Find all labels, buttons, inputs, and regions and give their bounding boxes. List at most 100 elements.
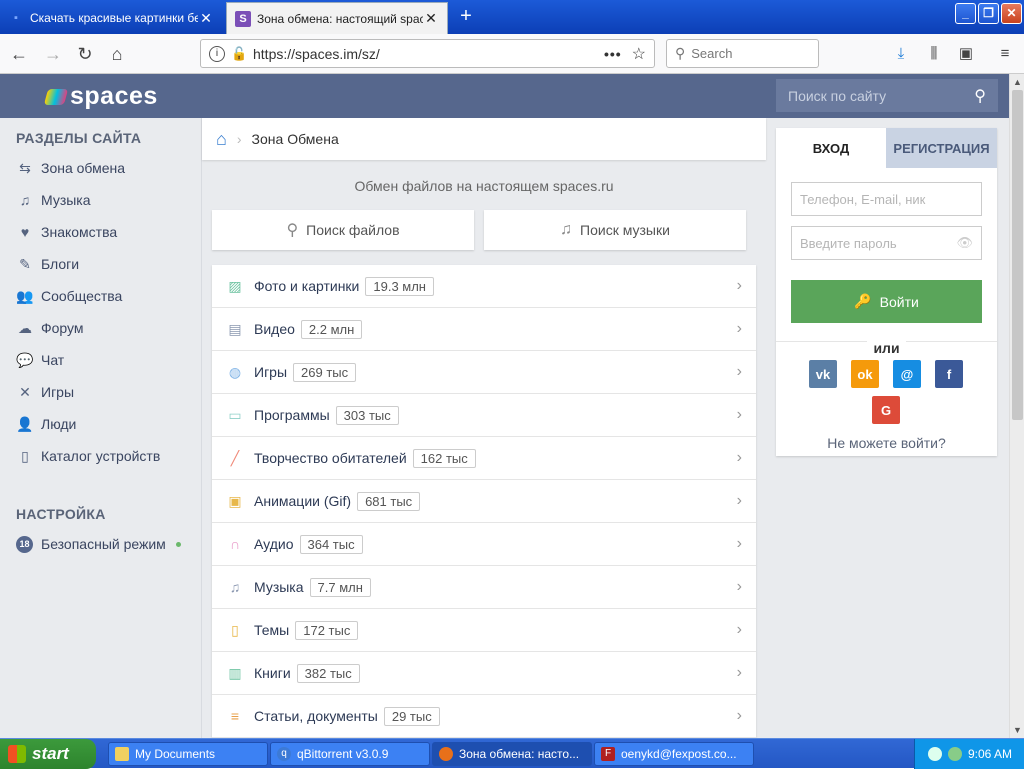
category-count: 7.7 млн bbox=[309, 577, 371, 597]
google-icon[interactable]: G bbox=[872, 396, 900, 424]
back-icon[interactable]: ← bbox=[6, 41, 32, 67]
new-tab-button[interactable]: + bbox=[454, 4, 478, 28]
login-button-label: Войти bbox=[879, 293, 919, 310]
chevron-right-icon: › bbox=[736, 406, 742, 423]
category-row[interactable]: ▯ Темы 172 тыс › bbox=[212, 609, 756, 652]
forward-icon[interactable]: → bbox=[40, 41, 66, 67]
page-scrollbar[interactable]: ▲ ▼ bbox=[1009, 74, 1024, 738]
mailru-icon[interactable]: @ bbox=[893, 360, 921, 388]
tab-login[interactable]: ВХОД bbox=[776, 128, 886, 168]
site-search-placeholder: Поиск по сайту bbox=[788, 87, 887, 104]
sidebar-toggle-icon[interactable]: ▣ bbox=[955, 43, 977, 65]
category-row[interactable]: ▥ Книги 382 тыс › bbox=[212, 652, 756, 695]
login-field[interactable]: Телефон, E-mail, ник bbox=[791, 182, 982, 216]
sidebar-item-people[interactable]: 👤 Люди bbox=[0, 408, 201, 440]
url-bar[interactable]: i 🔓 https://spaces.im/sz/ ••• ☆ bbox=[200, 39, 655, 68]
taskbar-button-my-documents[interactable]: My Documents bbox=[108, 742, 268, 766]
taskbar-button-label: qBittorrent v3.0.9 bbox=[297, 747, 389, 761]
sidebar-item-dating[interactable]: ♥ Знакомства bbox=[0, 216, 201, 248]
category-row[interactable]: ▨ Фото и картинки 19.3 млн › bbox=[212, 265, 756, 308]
search-music-button[interactable]: ♫ Поиск музыки bbox=[484, 210, 746, 250]
page-actions-icon[interactable]: ••• bbox=[604, 46, 622, 62]
sidebar-item-games[interactable]: ✕ Игры bbox=[0, 376, 201, 408]
site-search-input[interactable]: Поиск по сайту ⚲ bbox=[776, 79, 998, 112]
search-icon[interactable]: ⚲ bbox=[974, 86, 986, 106]
taskbar-button-firefox[interactable]: Зона обмена: насто... bbox=[432, 742, 592, 766]
sidebar-item-forum[interactable]: ☁ Форум bbox=[0, 312, 201, 344]
scroll-down-icon[interactable]: ▼ bbox=[1010, 722, 1024, 738]
scroll-thumb[interactable] bbox=[1012, 90, 1023, 420]
chevron-right-icon: › bbox=[736, 664, 742, 681]
sidebar-item-label: Люди bbox=[41, 416, 77, 432]
category-count: 382 тыс bbox=[296, 663, 360, 683]
info-icon[interactable]: i bbox=[209, 45, 225, 62]
sidebar-item-exchange[interactable]: ⇆ Зона обмена bbox=[0, 152, 201, 184]
category-row[interactable]: ▣ Анимации (Gif) 681 тыс › bbox=[212, 480, 756, 523]
browser-tab-1[interactable]: ▪ Скачать красивые картинки бе ✕ bbox=[0, 2, 222, 34]
sidebar-item-safe-mode[interactable]: 18 Безопасный режим bbox=[0, 528, 201, 560]
vk-icon[interactable]: vk bbox=[809, 360, 837, 388]
category-row[interactable]: ∩ Аудио 364 тыс › bbox=[212, 523, 756, 566]
taskbar-button-label: Зона обмена: насто... bbox=[459, 747, 580, 761]
library-icon[interactable]: ⫼ bbox=[923, 43, 945, 65]
taskbar-button-filezilla[interactable]: F oenykd@fexpost.co... bbox=[594, 742, 754, 766]
category-row[interactable]: ♫ Музыка 7.7 млн › bbox=[212, 566, 756, 609]
book-icon: ▥ bbox=[228, 664, 242, 681]
minimize-icon[interactable]: _ bbox=[955, 3, 976, 24]
site-header: spaces Поиск по сайту ⚲ bbox=[0, 74, 1009, 118]
home-icon[interactable]: ⌂ bbox=[216, 129, 227, 150]
reload-icon[interactable]: ↻ bbox=[72, 41, 98, 67]
taskbar-button-qbittorrent[interactable]: q qBittorrent v3.0.9 bbox=[270, 742, 430, 766]
category-name: Игры bbox=[254, 364, 288, 380]
login-placeholder: Телефон, E-mail, ник bbox=[800, 191, 926, 207]
tray-app-icon[interactable] bbox=[947, 747, 962, 761]
lock-warning-icon[interactable]: 🔓 bbox=[231, 46, 247, 62]
odnoklassniki-icon[interactable]: ok bbox=[851, 360, 879, 388]
start-button[interactable]: start bbox=[0, 739, 96, 769]
sidebar-item-label: Сообщества bbox=[41, 288, 123, 304]
qbittorrent-icon: q bbox=[277, 747, 291, 761]
chevron-right-icon: › bbox=[736, 578, 742, 595]
sidebar-item-communities[interactable]: 👥 Сообщества bbox=[0, 280, 201, 312]
tab-close-icon[interactable]: ✕ bbox=[198, 10, 214, 27]
download-icon[interactable]: ⤓ bbox=[890, 43, 912, 65]
category-row[interactable]: ▭ Программы 303 тыс › bbox=[212, 394, 756, 437]
menu-icon[interactable]: ≡ bbox=[994, 43, 1016, 65]
phone-theme-icon: ▯ bbox=[231, 621, 239, 638]
pen-icon: ✎ bbox=[19, 255, 31, 272]
sidebar-item-blogs[interactable]: ✎ Блоги bbox=[0, 248, 201, 280]
chevron-right-icon: › bbox=[736, 492, 742, 509]
group-icon: 👥 bbox=[16, 287, 34, 304]
tray-network-icon[interactable] bbox=[927, 747, 942, 761]
sidebar-item-label: Чат bbox=[41, 352, 65, 368]
close-icon[interactable]: ✕ bbox=[1001, 3, 1022, 24]
login-button[interactable]: 🔑 Войти bbox=[791, 280, 982, 323]
site-logo[interactable]: spaces bbox=[43, 82, 158, 111]
sidebar-item-devices[interactable]: ▯ Каталог устройств bbox=[0, 440, 201, 472]
sidebar-item-music[interactable]: ♫ Музыка bbox=[0, 184, 201, 216]
scroll-up-icon[interactable]: ▲ bbox=[1010, 74, 1024, 90]
url-text[interactable]: https://spaces.im/sz/ bbox=[253, 46, 604, 62]
category-row[interactable]: ▤ Видео 2.2 млн › bbox=[212, 308, 756, 351]
category-row[interactable]: ◍ Игры 269 тыс › bbox=[212, 351, 756, 394]
age-badge: 18 bbox=[16, 535, 33, 553]
start-label: start bbox=[32, 744, 69, 763]
chat-icon: 💬 bbox=[16, 351, 34, 368]
forum-icon: ☁ bbox=[18, 319, 32, 336]
cant-login-link[interactable]: Не можете войти? bbox=[776, 435, 997, 451]
home-icon[interactable]: ⌂ bbox=[104, 41, 130, 67]
category-count: 19.3 млн bbox=[365, 276, 434, 296]
browser-tab-2[interactable]: S Зона обмена: настоящий spaces ✕ bbox=[226, 2, 448, 34]
password-field[interactable]: Введите пароль 👁 bbox=[791, 226, 982, 260]
category-row[interactable]: ╱ Творчество обитателей 162 тыс › bbox=[212, 437, 756, 480]
tab-close-icon[interactable]: ✕ bbox=[423, 10, 439, 27]
sidebar-item-chat[interactable]: 💬 Чат bbox=[0, 344, 201, 376]
category-row[interactable]: ≡ Статьи, документы 29 тыс › bbox=[212, 695, 756, 738]
browser-search-input[interactable]: ⚲ Search bbox=[666, 39, 819, 68]
bookmark-star-icon[interactable]: ☆ bbox=[632, 44, 646, 64]
tab-register[interactable]: РЕГИСТРАЦИЯ bbox=[886, 128, 997, 168]
restore-icon[interactable]: ❐ bbox=[978, 3, 999, 24]
facebook-icon[interactable]: f bbox=[935, 360, 963, 388]
search-files-button[interactable]: ⚲ Поиск файлов bbox=[212, 210, 474, 250]
eye-icon[interactable]: 👁 bbox=[956, 235, 973, 251]
